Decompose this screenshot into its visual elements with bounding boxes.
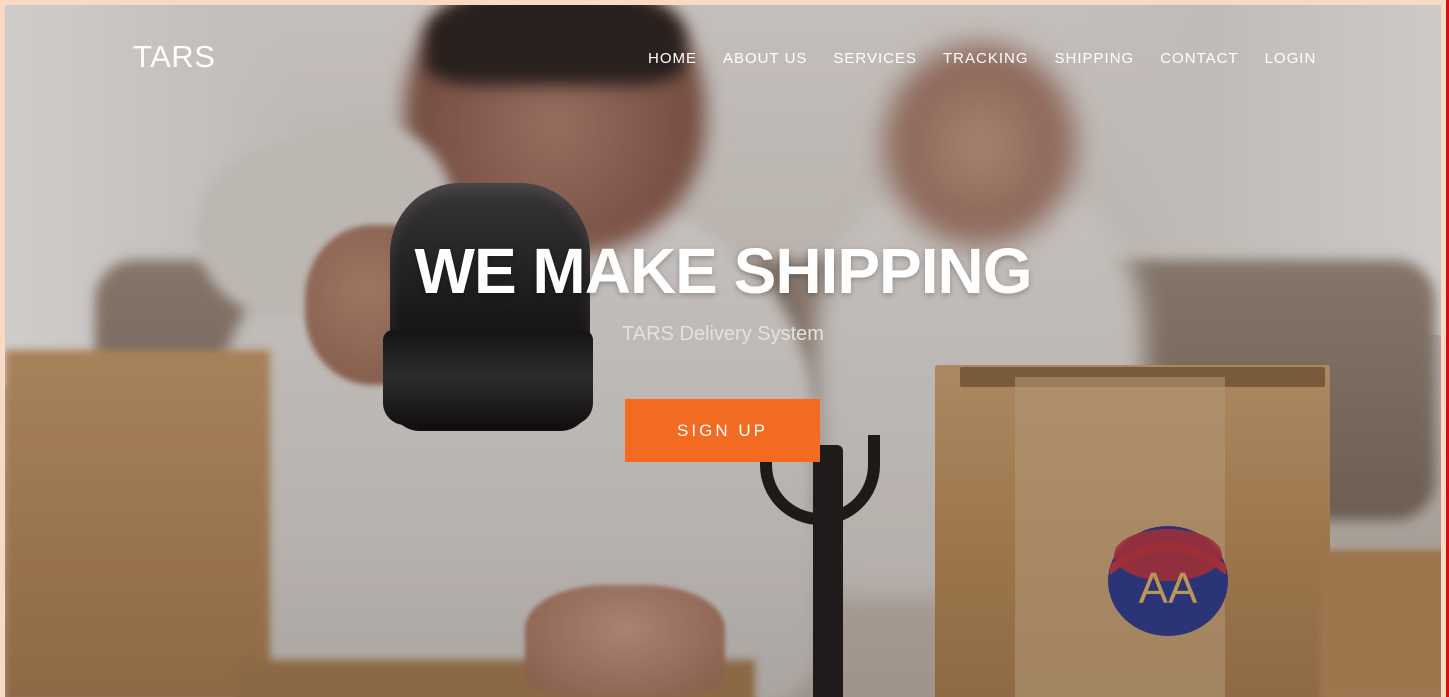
nav-shipping[interactable]: SHIPPING xyxy=(1055,49,1135,69)
background-dim-overlay xyxy=(5,5,1441,697)
hero-title: WE MAKE SHIPPING xyxy=(414,235,1033,307)
main-navigation: HOME ABOUT US SERVICES TRACKING SHIPPING… xyxy=(648,49,1316,69)
hero-background-image: AA xyxy=(5,5,1441,697)
nav-services[interactable]: SERVICES xyxy=(833,49,917,69)
nav-about-us[interactable]: ABOUT US xyxy=(723,49,807,69)
hero-section: AA TARS HOME ABOUT US SERVICES TRACKING … xyxy=(5,5,1441,697)
hero-subtitle: TARS Delivery System xyxy=(622,323,824,345)
nav-login[interactable]: LOGIN xyxy=(1265,49,1317,69)
nav-tracking[interactable]: TRACKING xyxy=(943,49,1029,69)
sign-up-button[interactable]: SIGN UP xyxy=(625,399,820,462)
nav-home[interactable]: HOME xyxy=(648,49,697,69)
brand-logo[interactable]: TARS xyxy=(133,39,215,75)
nav-contact[interactable]: CONTACT xyxy=(1160,49,1238,69)
